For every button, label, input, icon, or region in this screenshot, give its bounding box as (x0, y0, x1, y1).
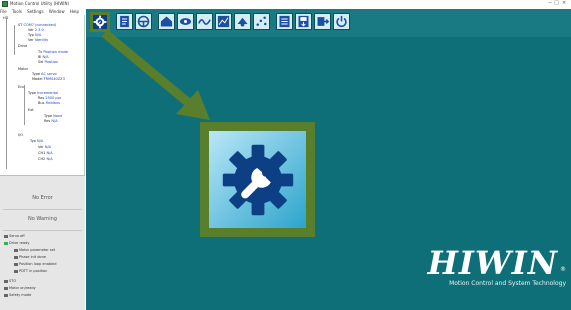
status-item: Motor parameter set (14, 248, 55, 252)
power-icon (336, 15, 347, 28)
tree-node[interactable]: CH1 N/A (38, 151, 53, 155)
status-item: Motor on/ready (4, 286, 36, 290)
tree-node[interactable]: Model FRMS40ZZ3 (32, 77, 65, 81)
tree-node[interactable]: ST COM7 (connected) (18, 23, 56, 27)
divider (3, 230, 82, 231)
status-indicator (14, 262, 18, 266)
status-item: Safety mode (4, 293, 31, 297)
upload-icon (317, 17, 330, 26)
tree-node[interactable]: Ver Identity (28, 38, 48, 42)
status-panel: No Error No Warning Servo off Drive read… (0, 175, 85, 310)
document-icon (120, 15, 129, 28)
divider (3, 209, 82, 210)
document-button[interactable] (116, 13, 133, 30)
tree-group[interactable]: I/O (18, 133, 23, 137)
tree-group[interactable]: Motor (18, 67, 28, 71)
motion-icon (237, 17, 248, 27)
tree-root[interactable]: HD (3, 16, 8, 20)
status-indicator (14, 269, 18, 273)
status-indicator (4, 293, 8, 297)
brand-logo: HIWIN ® Motion Control and System Techno… (416, 244, 566, 294)
tree-node[interactable]: Bl N/A (38, 55, 49, 59)
tree-node[interactable]: Type AC servo (32, 72, 57, 76)
status-indicator (4, 279, 8, 283)
view-button[interactable] (177, 13, 194, 30)
menu-settings[interactable]: Settings (27, 9, 43, 14)
tree-node[interactable]: Ver 2.3.0 (28, 28, 44, 32)
upload-button[interactable] (314, 13, 331, 30)
motion-button[interactable] (234, 13, 251, 30)
tree-node[interactable]: Typ N/A (30, 139, 43, 143)
doc-list-icon (279, 15, 290, 28)
brand-tagline: Motion Control and System Technology (449, 280, 566, 287)
tree-node[interactable]: Bus Fieldbus (38, 101, 60, 105)
wave-icon (198, 19, 211, 25)
status-item: STO (4, 279, 16, 283)
doc-list-button[interactable] (276, 13, 293, 30)
tree-node[interactable]: Res N/A (44, 119, 58, 123)
tree-node[interactable]: Res 2500 ppr (38, 96, 61, 100)
menu-tools[interactable]: Tools (12, 9, 22, 14)
tree-node[interactable]: CH2 N/A (38, 157, 53, 161)
status-indicator (14, 248, 18, 252)
configuration-button[interactable] (90, 12, 110, 32)
tree-group[interactable]: Enc (18, 85, 24, 89)
home-button[interactable] (158, 13, 175, 30)
warning-status: No Warning (28, 216, 57, 222)
wave-button[interactable] (196, 13, 213, 30)
tree-node[interactable]: Type None (44, 114, 62, 118)
tree-group[interactable]: Drive (18, 44, 27, 48)
minimize-button[interactable]: − (548, 0, 552, 6)
window-titlebar: Motion Control Utility (HIWIN) − □ × (0, 0, 571, 9)
device-tree: HD ST COM7 (connected) Ver 2.3.0 Typ N/A… (0, 15, 85, 173)
registered-mark: ® (560, 266, 566, 273)
main-workspace: HIWIN ® Motion Control and System Techno… (86, 9, 571, 310)
close-button[interactable]: × (562, 0, 566, 6)
zoomed-configuration-button (209, 131, 306, 228)
chart-button[interactable] (215, 13, 232, 30)
status-item: Position loop enabled (14, 262, 56, 266)
left-panel: HD ST COM7 (connected) Ver 2.3.0 Typ N/A… (0, 15, 85, 310)
tree-node[interactable]: Type Incremental (28, 91, 58, 95)
eye-icon (179, 18, 192, 25)
menu-window[interactable]: Window (49, 9, 65, 14)
save-button[interactable] (295, 13, 312, 30)
maximize-button[interactable]: □ (554, 0, 559, 6)
status-indicator (14, 255, 18, 259)
zoom-callout (200, 122, 315, 237)
steering-wheel-icon (137, 15, 150, 28)
steering-button[interactable] (135, 13, 152, 30)
power-button[interactable] (333, 13, 350, 30)
window-title: Motion Control Utility (HIWIN) (10, 1, 70, 6)
menu-help[interactable]: Help (70, 9, 79, 14)
error-status: No Error (32, 195, 53, 201)
tree-node[interactable]: Sel Position (38, 60, 58, 64)
status-indicator (4, 241, 8, 245)
status-item: PDTT in position (14, 269, 47, 273)
toolbar (86, 9, 571, 37)
gear-wrench-icon (93, 15, 107, 29)
chart-icon (217, 15, 230, 28)
home-icon (160, 16, 173, 27)
scatter-button[interactable] (253, 13, 270, 30)
gear-wrench-icon (222, 144, 293, 215)
scatter-icon (256, 16, 267, 26)
save-icon (298, 15, 309, 28)
app-icon (2, 1, 8, 7)
status-indicator (4, 286, 8, 290)
status-item: Drive ready (4, 241, 29, 245)
status-indicator (4, 234, 8, 238)
hiwin-logo: HIWIN (427, 244, 558, 282)
tree-node[interactable]: Ver N/A (38, 145, 51, 149)
status-item: Phase init done (14, 255, 46, 259)
status-item: Servo off (4, 234, 25, 238)
tree-group[interactable]: Ext (28, 108, 34, 112)
menu-file[interactable]: File (0, 9, 7, 14)
tree-node[interactable]: Tx Position mode (38, 50, 68, 54)
tree-node[interactable]: Typ N/A (28, 33, 41, 37)
